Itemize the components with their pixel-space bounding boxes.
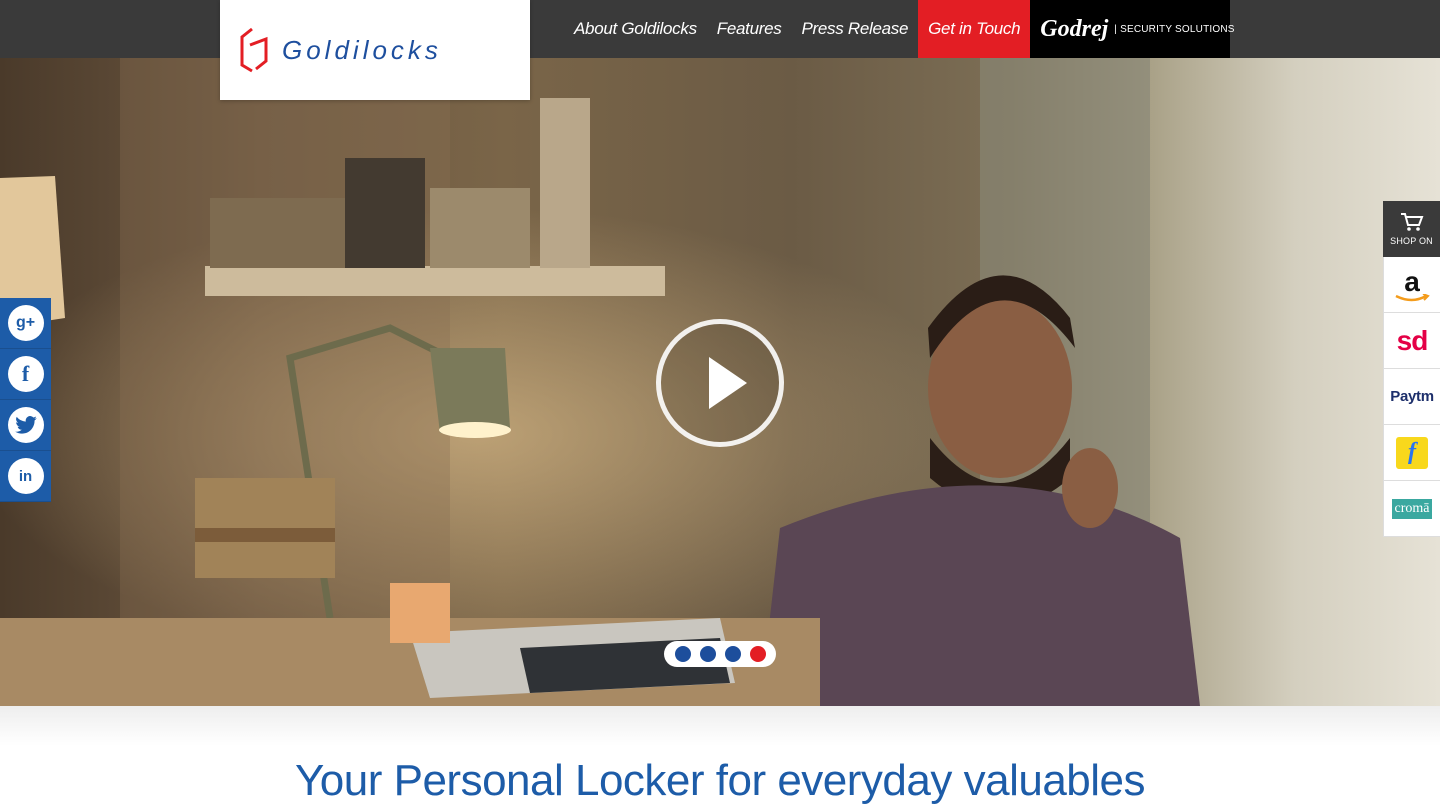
goldilocks-logo-icon: [240, 27, 268, 73]
section-divider: [0, 706, 1440, 746]
paytm-icon: Paytm: [1390, 388, 1434, 405]
logo-text: Goldilocks: [282, 34, 442, 65]
carousel-dot-2[interactable]: [699, 646, 716, 662]
shop-on-header: SHOP ON: [1383, 201, 1440, 257]
amazon-icon: a: [1394, 265, 1430, 302]
google-plus-icon: g+: [7, 305, 44, 341]
site-logo[interactable]: Goldilocks: [220, 0, 530, 100]
paytm-store-link[interactable]: Paytm: [1383, 369, 1440, 425]
page-tagline: Your Personal Locker for everyday valuab…: [294, 756, 1146, 805]
twitter-button[interactable]: [0, 400, 51, 451]
google-plus-button[interactable]: g+: [0, 298, 51, 349]
carousel-dot-1[interactable]: [674, 646, 691, 662]
main-nav: About Goldilocks Features Press Release …: [564, 0, 1234, 58]
godrej-subtitle: | SECURITY SOLUTIONS: [1114, 23, 1235, 35]
linkedin-icon: in: [7, 458, 44, 494]
amazon-store-link[interactable]: a: [1383, 257, 1440, 313]
carousel-dot-3[interactable]: [724, 646, 741, 662]
carousel-indicators: [664, 641, 776, 667]
nav-item-get-in-touch[interactable]: Get in Touch: [918, 0, 1031, 58]
play-icon: [709, 357, 747, 409]
flipkart-store-link[interactable]: f: [1383, 425, 1440, 481]
video-play-button[interactable]: [656, 319, 784, 447]
godrej-script-logo: Godrej: [1040, 15, 1109, 42]
linkedin-button[interactable]: in: [0, 451, 51, 502]
snapdeal-icon: sd: [1396, 324, 1429, 356]
hero-video-banner[interactable]: [0, 58, 1440, 706]
shopping-cart-icon: [1400, 213, 1423, 231]
croma-icon: cromā: [1391, 498, 1433, 519]
flipkart-logo-text: f: [1408, 439, 1416, 465]
twitter-bird-icon: [14, 416, 37, 434]
carousel-dot-4[interactable]: [749, 646, 766, 662]
amazon-logo-text: a: [1404, 265, 1420, 297]
shop-on-sidebar: SHOP ON a sd Paytm f cromā: [1383, 201, 1440, 537]
facebook-icon: f: [7, 356, 44, 392]
croma-store-link[interactable]: cromā: [1383, 481, 1440, 537]
nav-item-press-release[interactable]: Press Release: [791, 0, 918, 58]
nav-item-about[interactable]: About Goldilocks: [564, 0, 707, 58]
shop-on-label: SHOP ON: [1390, 236, 1433, 246]
snapdeal-store-link[interactable]: sd: [1383, 313, 1440, 369]
godrej-partner-logo[interactable]: Godrej | SECURITY SOLUTIONS: [1030, 0, 1234, 58]
flipkart-icon: f: [1396, 436, 1428, 469]
twitter-icon: [7, 407, 44, 443]
nav-item-features[interactable]: Features: [707, 0, 792, 58]
social-share-sidebar: g+ f in: [0, 298, 51, 502]
facebook-button[interactable]: f: [0, 349, 51, 400]
